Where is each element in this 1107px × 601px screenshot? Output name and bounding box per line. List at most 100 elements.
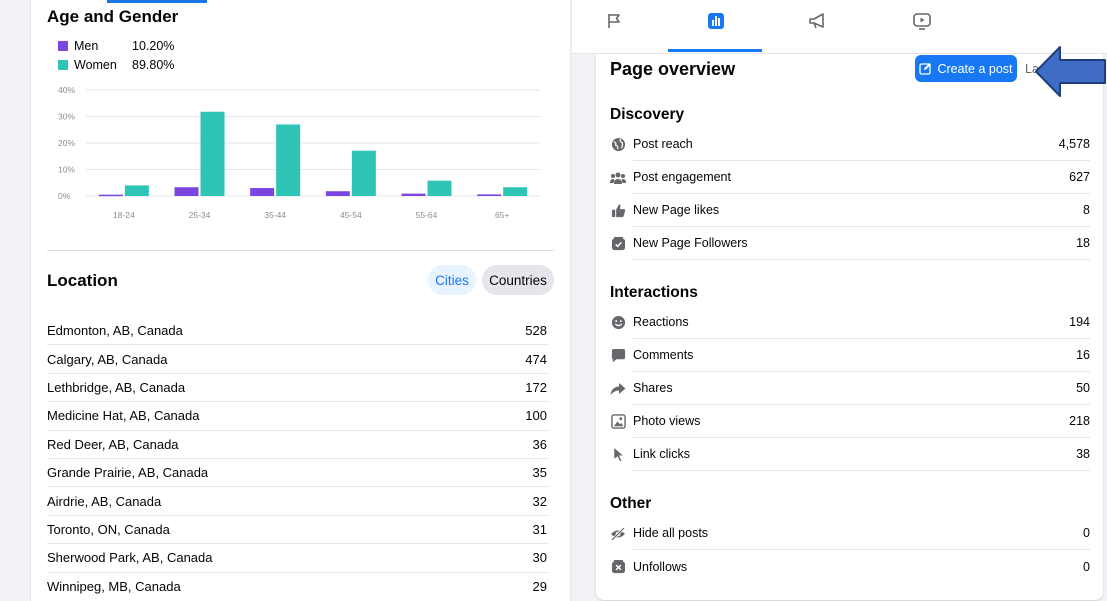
list-item: Red Deer, AB, Canada 36: [47, 431, 549, 459]
metric-value: 50: [1076, 381, 1090, 395]
bar-men-25-34[interactable]: [174, 187, 199, 196]
overview-panel: Page overview Create a post La Discovery…: [572, 0, 1107, 601]
x-tick-label: 65+: [495, 210, 509, 220]
y-tick-label: 10%: [58, 165, 75, 175]
location-name: Grande Prairie, AB, Canada: [47, 465, 209, 481]
legend-label: Men: [74, 39, 99, 53]
create-post-label: Create a post: [937, 61, 1013, 76]
y-tick-label: 0%: [58, 191, 71, 201]
photo-icon: [610, 414, 626, 430]
flag-icon: [608, 14, 620, 28]
list-item: Sherwood Park, AB, Canada 30: [47, 544, 549, 573]
metric-link-clicks[interactable]: Link clicks 38: [610, 438, 1090, 471]
share-arrow-icon: [610, 381, 626, 397]
metric-label: Comments: [633, 348, 694, 362]
location-count: 35: [532, 465, 547, 481]
metric-label: Unfollows: [633, 559, 688, 574]
countries-toggle-button[interactable]: Countries: [482, 265, 554, 295]
location-count: 474: [525, 351, 547, 367]
metric-reactions[interactable]: Reactions 194: [610, 306, 1090, 339]
x-tick-label: 45-54: [340, 210, 362, 220]
location-name: Medicine Hat, AB, Canada: [47, 408, 200, 424]
interactions-title: Interactions: [610, 284, 698, 301]
metric-shares[interactable]: Shares 50: [610, 372, 1090, 405]
metric-label: Photo views: [633, 414, 701, 428]
thumbs-up-icon: [610, 203, 626, 219]
tab-insights[interactable]: [698, 12, 734, 46]
metric-label: Shares: [633, 381, 673, 395]
metric-value: 218: [1069, 414, 1090, 428]
metric-value: 0: [1083, 526, 1090, 540]
tab-flag[interactable]: [596, 12, 632, 46]
cities-toggle-button[interactable]: Cities: [428, 265, 476, 295]
legend-value: 89.80%: [132, 58, 175, 72]
edit-icon: [919, 63, 932, 75]
metric-label: New Page Followers: [633, 236, 748, 250]
legend-item-women: Women 89.80%: [58, 58, 174, 72]
bar-women-35-44[interactable]: [276, 124, 301, 196]
comment-icon: [610, 348, 626, 364]
bar-men-65+[interactable]: [477, 194, 502, 196]
x-tick-label: 35-44: [264, 210, 286, 220]
location-count: 172: [525, 379, 547, 395]
legend-label: Women: [74, 58, 117, 72]
metric-value: 16: [1076, 348, 1090, 362]
legend-value: 10.20%: [132, 39, 175, 53]
y-tick-label: 40%: [58, 85, 75, 95]
create-post-button[interactable]: Create a post: [915, 55, 1017, 82]
bar-men-35-44[interactable]: [250, 188, 275, 196]
bar-men-55-64[interactable]: [401, 193, 426, 196]
location-count: 29: [532, 579, 547, 595]
globe-icon: [610, 137, 626, 153]
bar-men-18-24[interactable]: [98, 194, 123, 197]
metric-value: 38: [1076, 447, 1090, 461]
metric-label: New Page likes: [633, 203, 720, 217]
section-divider: [47, 250, 554, 251]
location-count: 31: [532, 521, 547, 537]
metric-post-engagement[interactable]: Post engagement 627: [610, 161, 1090, 194]
bar-women-45-54[interactable]: [351, 150, 376, 196]
location-count: 30: [532, 550, 547, 566]
bar-women-25-34[interactable]: [200, 111, 225, 196]
metric-value: 8: [1083, 203, 1090, 217]
discovery-title: Discovery: [610, 106, 685, 123]
bar-women-55-64[interactable]: [427, 180, 452, 196]
metric-hide-all-posts[interactable]: Hide all posts 0: [610, 517, 1090, 550]
megaphone-icon: [809, 13, 824, 29]
insights-icon: [708, 13, 724, 29]
metric-label: Post reach: [633, 137, 693, 151]
x-tick-label: 25-34: [189, 210, 211, 220]
video-play-icon: [913, 13, 931, 30]
metric-photo-views[interactable]: Photo views 218: [610, 405, 1090, 438]
location-name: Edmonton, AB, Canada: [47, 323, 183, 339]
metric-post-reach[interactable]: Post reach 4,578: [610, 128, 1090, 161]
bar-women-65+[interactable]: [503, 187, 528, 196]
bar-men-45-54[interactable]: [325, 191, 350, 196]
tab-video[interactable]: [904, 12, 940, 46]
list-item: Toronto, ON, Canada 31: [47, 516, 549, 545]
unfollow-icon: [610, 559, 626, 575]
metric-value: 4,578: [1058, 137, 1090, 151]
bar-women-18-24[interactable]: [124, 185, 149, 196]
page-overview-card: Page overview Create a post La Discovery…: [596, 54, 1103, 600]
metric-label: Hide all posts: [633, 526, 709, 540]
annotation-arrow-icon: [1035, 46, 1106, 97]
location-title: Location: [47, 271, 118, 290]
location-name: Toronto, ON, Canada: [47, 521, 170, 537]
list-item: Medicine Hat, AB, Canada 100: [47, 402, 549, 431]
metric-unfollows[interactable]: Unfollows 0: [610, 550, 1090, 583]
metric-new-page-likes[interactable]: New Page likes 8: [610, 194, 1090, 227]
list-item: Edmonton, AB, Canada 528: [47, 317, 549, 346]
metric-value: 194: [1069, 315, 1090, 329]
metric-comments[interactable]: Comments 16: [610, 339, 1090, 372]
location-count: 528: [525, 323, 547, 339]
metric-new-page-followers[interactable]: New Page Followers 18: [610, 227, 1090, 260]
legend-item-men: Men 10.20%: [58, 39, 174, 53]
metric-value: 18: [1076, 236, 1090, 250]
x-tick-label: 55-64: [416, 210, 438, 220]
tab-ads[interactable]: [800, 12, 836, 46]
location-list: Edmonton, AB, Canada 528 Calgary, AB, Can…: [47, 317, 549, 601]
legend-swatch-women: [58, 60, 68, 70]
location-name: Winnipeg, MB, Canada: [47, 579, 181, 595]
list-item: Lethbridge, AB, Canada 172: [47, 374, 549, 403]
